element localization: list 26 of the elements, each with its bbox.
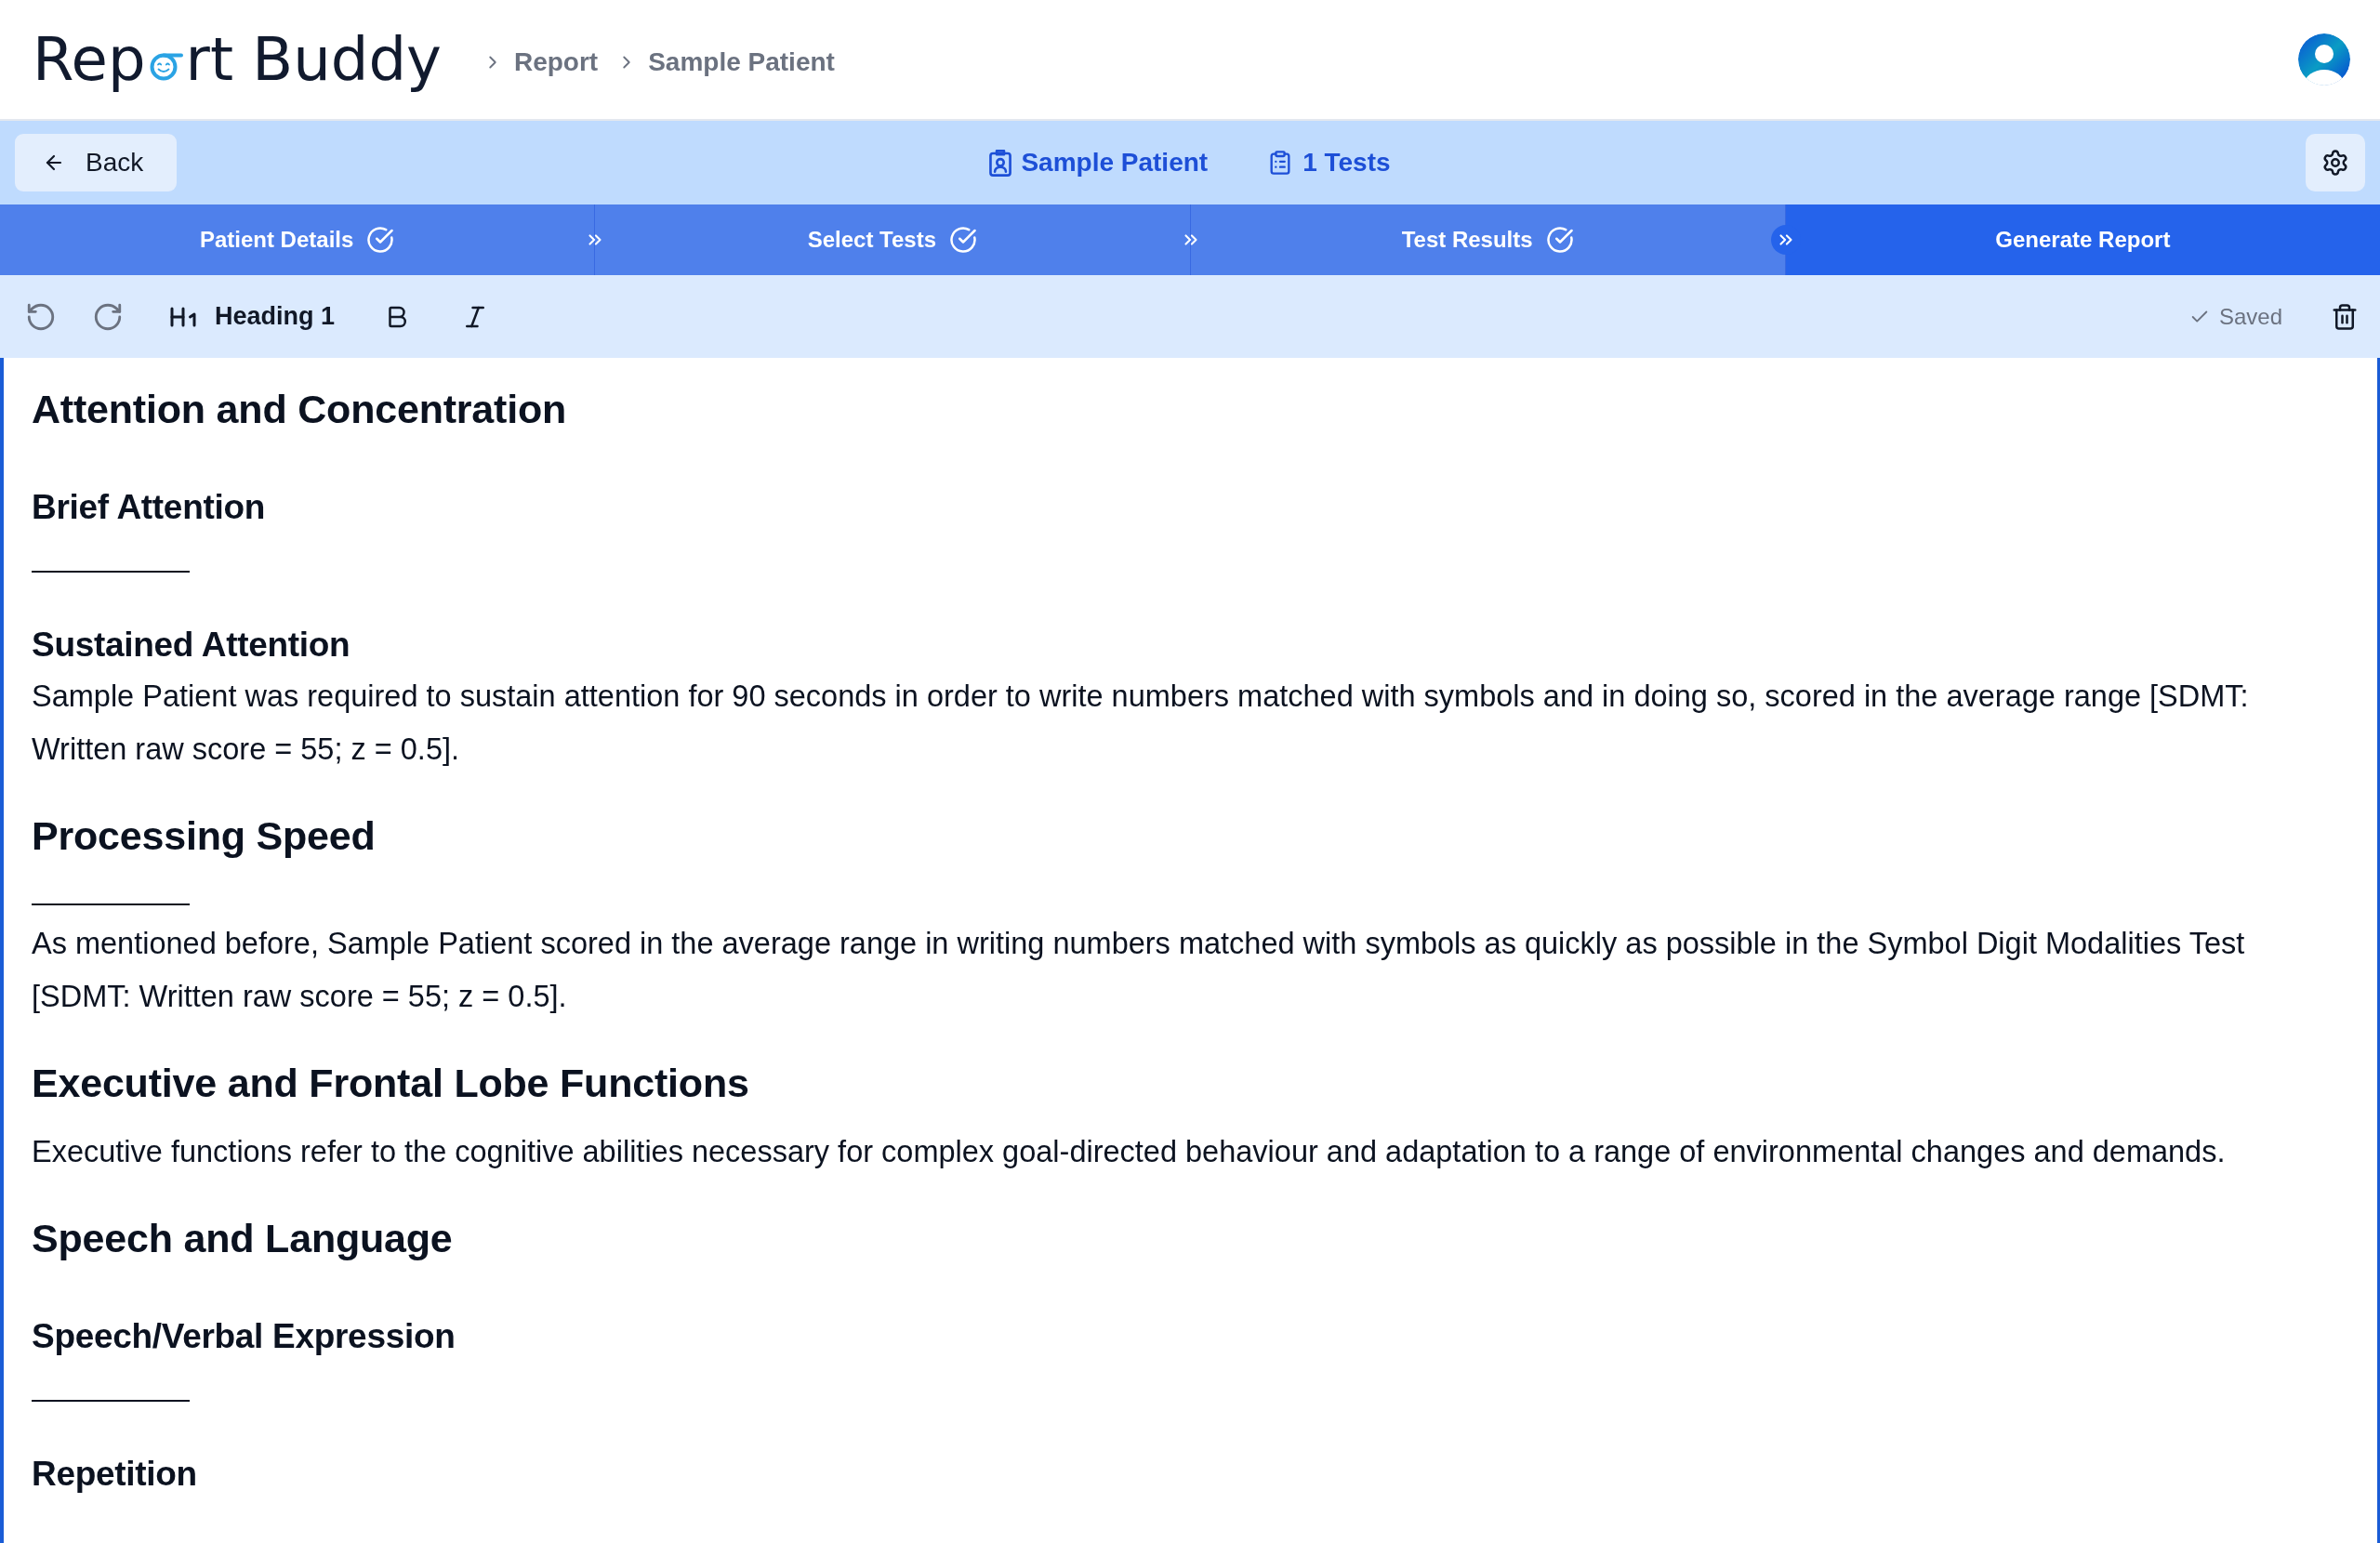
- patient-link[interactable]: Sample Patient: [989, 148, 1209, 178]
- avatar-icon[interactable]: [2298, 33, 2350, 86]
- breadcrumb-link[interactable]: Sample Patient: [648, 47, 835, 77]
- subsection-heading: Brief Attention: [32, 487, 267, 528]
- breadcrumb-link[interactable]: Report: [513, 47, 599, 77]
- report-paragraph: Sample Patient was required to sustain attention for 90 seconds in order to write numbers matched with symbols and in doing so, scored in the average range [SDMT: Written raw score = 55; z = 0.5].: [32, 679, 2250, 768]
- back-button[interactable]: Back: [15, 134, 178, 191]
- report-paragraph: Executive functions refer to the cognitive abilities necessary for complex goal-directed behaviour and adaptation to a range of environmental changes and demands.: [32, 1134, 2227, 1170]
- section-heading: Speech and Language: [32, 1215, 454, 1262]
- section-heading: Executive and Frontal Lobe Functions: [32, 1060, 750, 1107]
- logo-text: rt Buddy: [185, 25, 442, 94]
- id-badge-icon: [989, 149, 1012, 177]
- block-type-select[interactable]: Heading 1: [159, 296, 343, 337]
- settings-button[interactable]: [2306, 134, 2365, 191]
- save-status: Saved: [2218, 303, 2282, 330]
- report-paragraph: As mentioned before, Sample Patient scored in the average range in writing numbers matched with symbols as quickly as possible in the Symbol Digit Modalities Test [SDMT: Written raw score = 55; z = 0.5].: [32, 926, 2246, 1015]
- subsection-heading: Repetition: [32, 1454, 198, 1495]
- subsection-heading: Speech/Verbal Expression: [32, 1316, 456, 1357]
- trash-icon: [2331, 302, 2359, 331]
- section-heading: Attention and Concentration: [32, 386, 568, 433]
- logo-text: Rep: [33, 25, 146, 94]
- section-heading: Processing Speed: [32, 812, 377, 860]
- step-tab[interactable]: Generate Report: [1785, 204, 2380, 275]
- settings-icon: [2321, 149, 2349, 177]
- subsection-heading: Sustained Attention: [32, 625, 351, 666]
- tests-link[interactable]: 1 Tests: [1267, 148, 1391, 178]
